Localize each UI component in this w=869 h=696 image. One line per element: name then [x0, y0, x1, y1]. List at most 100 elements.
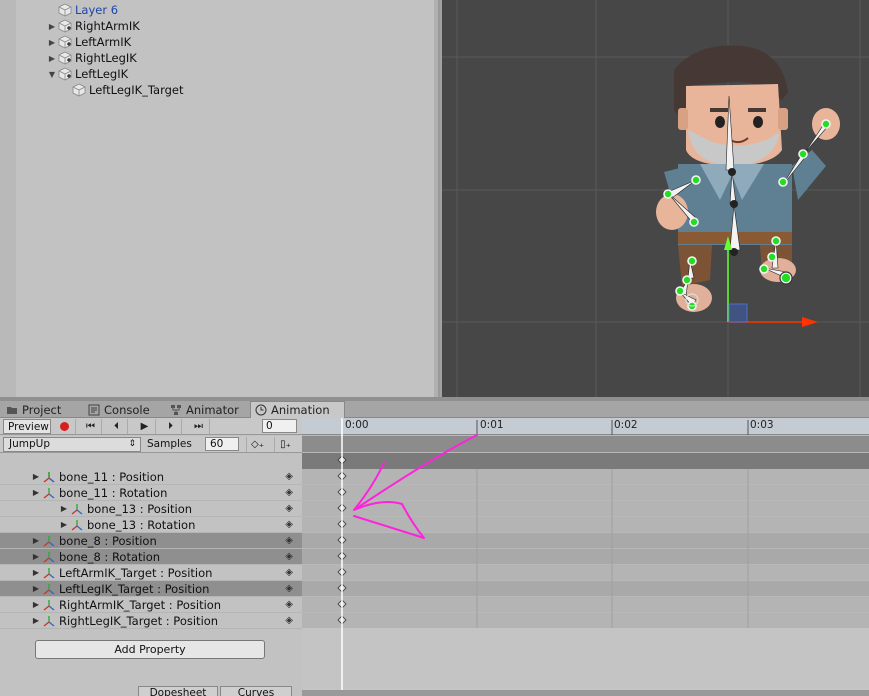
keyframe-diamond-icon[interactable]: ◈: [285, 583, 293, 594]
scene-grid: [442, 0, 869, 397]
expand-arrow-icon[interactable]: ▶: [30, 584, 42, 593]
gameobject-plus-icon: [58, 19, 72, 33]
prev-keyframe-button[interactable]: ⏴: [106, 419, 128, 434]
first-keyframe-button[interactable]: ⏮: [80, 419, 102, 434]
expand-arrow-icon[interactable]: ▶: [58, 520, 70, 529]
property-row[interactable]: ▶ bone_11 : Rotation ◈: [0, 485, 302, 501]
keyframe-diamond-icon[interactable]: ◈: [285, 535, 293, 546]
keyframe-diamond-icon[interactable]: ◈: [285, 615, 293, 626]
keyframe-diamond-icon[interactable]: ◈: [285, 551, 293, 562]
property-row[interactable]: ▶ RightArmIK_Target : Position ◈: [0, 597, 302, 613]
expand-arrow-icon[interactable]: ▶: [30, 568, 42, 577]
expand-arrow-icon[interactable]: ▶: [30, 488, 42, 497]
clip-select[interactable]: JumpUp ⇕: [3, 437, 141, 452]
expand-arrow-icon[interactable]: ▶: [30, 616, 42, 625]
character-sprite[interactable]: [656, 45, 840, 313]
transform-icon: [70, 518, 84, 532]
transform-icon: [42, 582, 56, 596]
tab-curves[interactable]: Curves: [220, 686, 292, 696]
hierarchy-scrollbar[interactable]: [434, 0, 438, 397]
keyframe-diamond-icon[interactable]: ◈: [285, 487, 293, 498]
transform-icon: [42, 534, 56, 548]
keyframe-diamond-icon[interactable]: ◈: [285, 567, 293, 578]
samples-input[interactable]: 60: [205, 437, 239, 451]
animator-icon: [170, 404, 182, 416]
hierarchy-item-leftlegik[interactable]: ▼ LeftLegIK: [46, 66, 128, 82]
expand-arrow-icon[interactable]: ▶: [46, 22, 58, 31]
collapse-arrow-icon[interactable]: ▼: [46, 70, 58, 79]
transform-icon: [70, 502, 84, 516]
playback-toolbar: Preview ⏮ ⏴ ▶ ⏵ ⏭ 0: [0, 418, 302, 435]
step-back-icon: ⏴: [114, 421, 119, 432]
hierarchy-item-rightlegik[interactable]: ▶ RightLegIK: [46, 50, 137, 66]
property-row[interactable]: ▶ LeftArmIK_Target : Position ◈: [0, 565, 302, 581]
summary-keyframe-row: [302, 453, 869, 469]
dopesheet-scrollbar[interactable]: [302, 690, 869, 696]
skip-end-icon: ⏭: [194, 421, 203, 432]
keyframe-diamond-icon[interactable]: ◈: [285, 503, 293, 514]
tab-label: Console: [104, 402, 150, 417]
gameobject-icon: [72, 83, 86, 97]
add-keyframe-button[interactable]: ◇₊: [246, 437, 268, 452]
next-keyframe-button[interactable]: ⏵: [160, 419, 182, 434]
hierarchy-item-label: RightLegIK: [75, 51, 137, 65]
tab-dopesheet[interactable]: Dopesheet: [138, 686, 218, 696]
tab-project[interactable]: Project: [2, 401, 84, 418]
expand-arrow-icon[interactable]: ▶: [30, 552, 42, 561]
transform-icon: [42, 470, 56, 484]
expand-arrow-icon[interactable]: ▶: [30, 536, 42, 545]
expand-arrow-icon[interactable]: ▶: [46, 54, 58, 63]
expand-arrow-icon[interactable]: ▶: [58, 504, 70, 513]
play-button[interactable]: ▶: [134, 419, 156, 434]
hierarchy-item-layer-6[interactable]: Layer 6: [58, 2, 118, 18]
hierarchy-item-leftlegik-target[interactable]: LeftLegIK_Target: [72, 82, 183, 98]
property-label: bone_13 : Rotation: [87, 517, 196, 532]
property-label: RightLegIK_Target : Position: [59, 613, 219, 628]
keyframe-diamond-icon[interactable]: ◈: [285, 471, 293, 482]
animation-properties-panel: Preview ⏮ ⏴ ▶ ⏵ ⏭ 0 JumpUp ⇕ Samples 60 …: [0, 418, 302, 696]
property-label: bone_8 : Rotation: [59, 549, 161, 564]
expand-arrow-icon[interactable]: ▶: [46, 38, 58, 47]
property-label: LeftArmIK_Target : Position: [59, 565, 213, 580]
property-row[interactable]: ▶ bone_13 : Rotation ◈: [0, 517, 302, 533]
frame-input[interactable]: 0: [262, 419, 297, 433]
clip-select-value: JumpUp: [9, 438, 50, 450]
property-row[interactable]: ▶ bone_8 : Rotation ◈: [0, 549, 302, 565]
keyframe-diamond-icon[interactable]: ◈: [285, 519, 293, 530]
clip-toolbar: JumpUp ⇕ Samples 60 ◇₊ ▯₊: [0, 436, 302, 453]
property-row[interactable]: ▶ bone_13 : Position ◈: [0, 501, 302, 517]
keyframe-diamond-icon[interactable]: ◈: [285, 599, 293, 610]
record-button[interactable]: [54, 419, 76, 434]
property-row[interactable]: ▶ RightLegIK_Target : Position ◈: [0, 613, 302, 629]
property-row[interactable]: ▶ LeftLegIK_Target : Position ◈: [0, 581, 302, 597]
gameobject-plus-icon: [58, 51, 72, 65]
transform-icon: [42, 486, 56, 500]
ruler-ticks: [341, 420, 749, 435]
step-forward-icon: ⏵: [168, 421, 173, 432]
add-property-button[interactable]: Add Property: [35, 640, 265, 659]
expand-arrow-icon[interactable]: ▶: [30, 600, 42, 609]
play-icon: ▶: [140, 421, 149, 432]
expand-arrow-icon[interactable]: ▶: [30, 472, 42, 481]
preview-button[interactable]: Preview: [3, 419, 51, 434]
hierarchy-item-label: Layer 6: [75, 3, 119, 17]
property-row[interactable]: ▶ bone_8 : Position ◈: [0, 533, 302, 549]
console-icon: [88, 404, 100, 416]
hierarchy-panel: Layer 6 ▶ RightArmIK ▶ LeftArmIK ▶ Right…: [0, 0, 440, 397]
dopesheet[interactable]: 0:00 0:01 0:02 0:03: [302, 418, 869, 696]
transform-icon: [42, 566, 56, 580]
scene-view[interactable]: [442, 0, 869, 397]
property-row[interactable]: ▶ bone_11 : Position ◈: [0, 469, 302, 485]
property-label: bone_11 : Rotation: [59, 485, 168, 500]
hierarchy-item-leftarmik[interactable]: ▶ LeftArmIK: [46, 34, 131, 50]
transform-icon: [42, 614, 56, 628]
hierarchy-item-rightarmik[interactable]: ▶ RightArmIK: [46, 18, 140, 34]
tab-animation[interactable]: Animation: [250, 401, 345, 418]
last-keyframe-button[interactable]: ⏭: [188, 419, 210, 434]
tab-label: Animator: [186, 402, 239, 417]
property-label: bone_8 : Position: [59, 533, 157, 548]
property-label: RightArmIK_Target : Position: [59, 597, 222, 612]
add-event-button[interactable]: ▯₊: [274, 437, 296, 452]
tab-animator[interactable]: Animator: [166, 401, 250, 418]
tab-console[interactable]: Console: [84, 401, 166, 418]
